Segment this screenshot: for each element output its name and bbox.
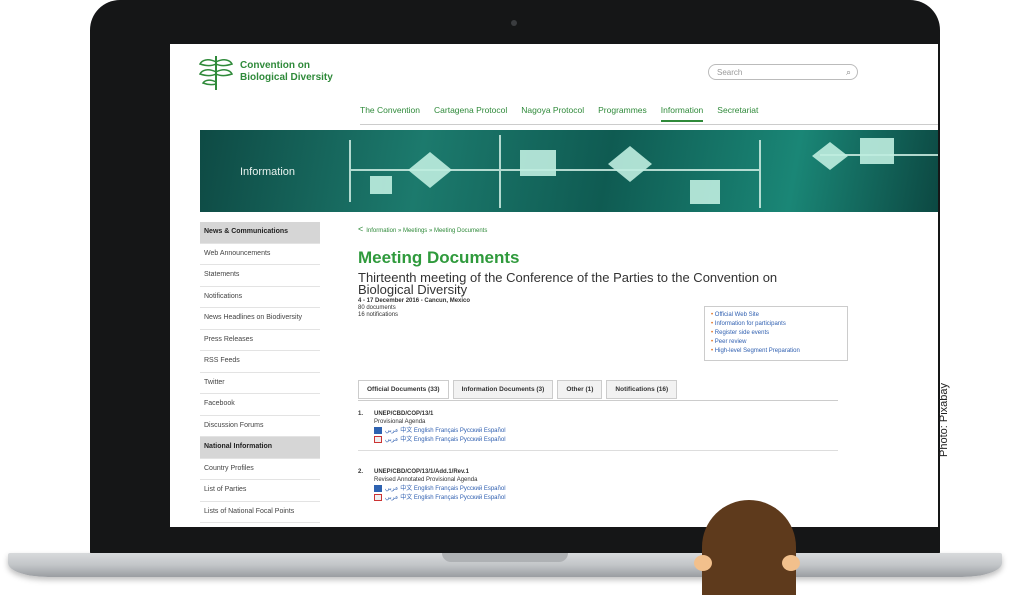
search-icon[interactable]: ⌕ xyxy=(846,67,851,78)
nav-divider xyxy=(360,124,938,125)
word-language-links[interactable]: عربي 中文 English Français Русский Español xyxy=(374,485,834,493)
sidebar-item-rss-feeds[interactable]: RSS Feeds xyxy=(200,351,320,373)
sidebar: News & Communications Web Announcements … xyxy=(200,222,320,523)
document-number: 2. xyxy=(358,469,364,475)
sidebar-item-list-of-parties[interactable]: List of Parties xyxy=(200,480,320,502)
person-right-ear xyxy=(782,555,800,571)
main-nav: The Convention Cartagena Protocol Nagoya… xyxy=(360,105,758,122)
information-banner: Information xyxy=(200,130,938,212)
document-title: Provisional Agenda xyxy=(374,419,426,425)
sidebar-item-twitter[interactable]: Twitter xyxy=(200,373,320,394)
search-input[interactable]: Search ⌕ xyxy=(708,64,858,80)
link-information-for-participants[interactable]: Information for participants xyxy=(711,320,841,329)
sidebar-item-country-profiles[interactable]: Country Profiles xyxy=(200,459,320,480)
pdf-file-icon xyxy=(374,436,382,444)
pdf-file-icon xyxy=(374,494,382,502)
document-symbol[interactable]: UNEP/CBD/COP/13/1 xyxy=(374,410,834,418)
meeting-title: Thirteenth meeting of the Conference of … xyxy=(358,270,778,297)
site-header: Convention on Biological Diversity Searc… xyxy=(170,44,938,125)
link-high-level-segment[interactable]: High-level Segment Preparation xyxy=(711,347,841,356)
document-title: Revised Annotated Provisional Agenda xyxy=(374,477,478,483)
link-peer-review[interactable]: Peer review xyxy=(711,338,841,347)
word-language-links[interactable]: عربي 中文 English Français Русский Español xyxy=(374,427,834,435)
sidebar-item-news-headlines[interactable]: News Headlines on Biodiversity xyxy=(200,308,320,330)
document-number: 1. xyxy=(358,411,364,417)
link-official-web-site[interactable]: Official Web Site xyxy=(711,311,841,320)
pdf-langs[interactable]: عربي 中文 English Français Русский Español xyxy=(385,437,506,443)
browser-screen: Convention on Biological Diversity Searc… xyxy=(170,44,938,527)
document-divider xyxy=(358,450,838,451)
pdf-langs[interactable]: عربي 中文 English Français Русский Español xyxy=(385,495,506,501)
nav-secretariat[interactable]: Secretariat xyxy=(717,105,758,122)
tab-other[interactable]: Other (1) xyxy=(557,380,603,399)
word-langs[interactable]: عربي 中文 English Français Русский Español xyxy=(385,486,506,492)
nav-nagoya-protocol[interactable]: Nagoya Protocol xyxy=(521,105,584,122)
person-head xyxy=(702,500,796,595)
sidebar-item-web-announcements[interactable]: Web Announcements xyxy=(200,244,320,265)
word-langs[interactable]: عربي 中文 English Français Русский Español xyxy=(385,428,506,434)
share-icon[interactable]: < xyxy=(358,224,363,234)
document-tabs: Official Documents (33) Information Docu… xyxy=(358,380,678,399)
flowchart-banner-graphic xyxy=(349,135,938,208)
breadcrumb-text[interactable]: Information » Meetings » Meeting Documen… xyxy=(366,228,487,234)
search-placeholder: Search xyxy=(717,68,743,77)
tab-official-documents[interactable]: Official Documents (33) xyxy=(358,380,449,399)
word-file-icon xyxy=(374,427,382,434)
sidebar-item-facebook[interactable]: Facebook xyxy=(200,394,320,416)
meeting-dates: 4 - 17 December 2016 - Cancun, Mexico xyxy=(358,298,471,304)
tabs-divider xyxy=(358,400,838,401)
meeting-links-box: Official Web Site Information for partic… xyxy=(704,306,848,361)
webcam xyxy=(511,20,517,26)
site-logo-text[interactable]: Convention on Biological Diversity xyxy=(240,60,350,84)
sidebar-item-discussion-forums[interactable]: Discussion Forums xyxy=(200,416,320,437)
sidebar-heading-national-information[interactable]: National Information xyxy=(200,437,320,459)
person-left-ear xyxy=(694,555,712,571)
photo-credit: Photo: Pixabay xyxy=(938,383,950,457)
page-title: Meeting Documents xyxy=(358,248,520,267)
document-symbol[interactable]: UNEP/CBD/COP/13/1/Add.1/Rev.1 xyxy=(374,468,834,476)
tab-notifications[interactable]: Notifications (16) xyxy=(606,380,678,399)
sidebar-item-notifications[interactable]: Notifications xyxy=(200,287,320,308)
nav-cartagena-protocol[interactable]: Cartagena Protocol xyxy=(434,105,507,122)
laptop-opening-notch xyxy=(442,553,568,562)
banner-label: Information xyxy=(240,166,296,178)
breadcrumb: < Information » Meetings » Meeting Docume… xyxy=(358,224,918,236)
tab-information-documents[interactable]: Information Documents (3) xyxy=(452,380,554,399)
link-register-side-events[interactable]: Register side events xyxy=(711,329,841,338)
logo-line-1: Convention on xyxy=(240,60,310,71)
nav-programmes[interactable]: Programmes xyxy=(598,105,647,122)
laptop-lid: Convention on Biological Diversity Searc… xyxy=(90,0,940,556)
nav-information[interactable]: Information xyxy=(660,105,704,122)
cbd-logo-icon xyxy=(198,56,234,90)
pdf-language-links[interactable]: عربي 中文 English Français Русский Español xyxy=(374,436,834,444)
pdf-language-links[interactable]: عربي 中文 English Français Русский Español xyxy=(374,494,834,502)
sidebar-item-press-releases[interactable]: Press Releases xyxy=(200,330,320,351)
sidebar-item-national-focal-points[interactable]: Lists of National Focal Points xyxy=(200,502,320,523)
nav-the-convention[interactable]: The Convention xyxy=(360,105,420,122)
word-file-icon xyxy=(374,485,382,492)
sidebar-item-statements[interactable]: Statements xyxy=(200,265,320,287)
sidebar-heading-news[interactable]: News & Communications xyxy=(200,222,320,244)
logo-line-2: Biological Diversity xyxy=(240,72,333,83)
main-content: < Information » Meetings » Meeting Docume… xyxy=(358,224,918,501)
